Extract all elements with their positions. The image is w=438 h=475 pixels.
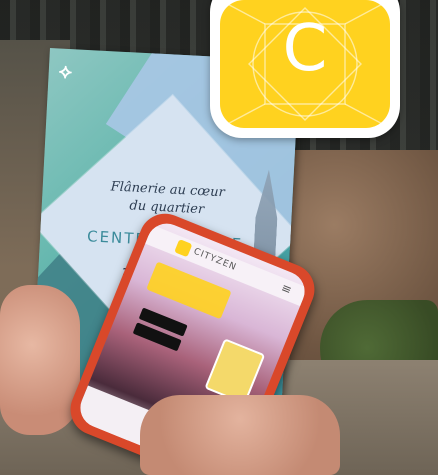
app-name: CITYZEN (191, 246, 238, 274)
app-icon-tile: C (220, 0, 390, 128)
menu-icon[interactable]: ≡ (279, 280, 294, 297)
app-logo-icon (174, 239, 193, 258)
right-hand (140, 395, 340, 475)
left-hand (0, 285, 80, 435)
app-icon-letter: C (282, 12, 328, 86)
brochure-logo-icon: ⟡ (58, 58, 73, 84)
photo-scene: ⟡ Flânerie au cœur du quartier CENTRE/VI… (0, 0, 438, 475)
app-icon-badge: C (210, 0, 400, 138)
